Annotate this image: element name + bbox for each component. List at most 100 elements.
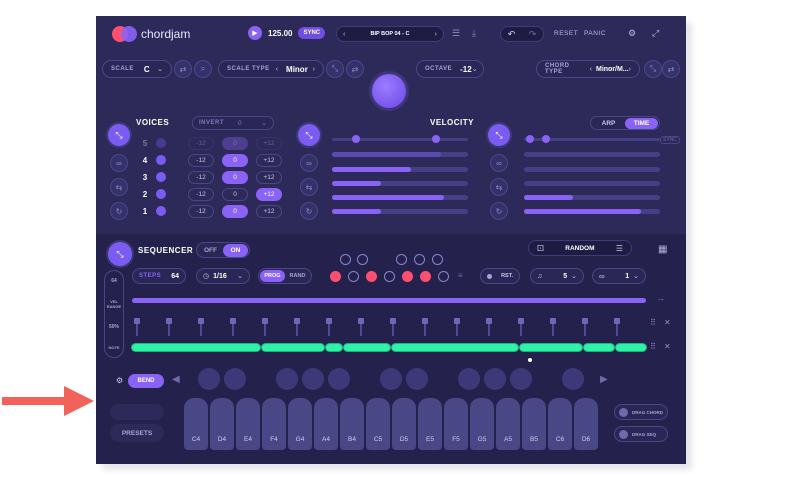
range-max-handle[interactable]	[432, 135, 440, 143]
close-icon[interactable]: ✕	[664, 318, 671, 327]
time-tab[interactable]: TIME	[625, 117, 658, 129]
preset-selector[interactable]: ‹ BIP BOP 04 - C ›	[336, 26, 444, 42]
key-e5[interactable]: E5	[418, 398, 442, 450]
octave-selector[interactable]: OCTAVE -12 ⌄	[416, 60, 484, 78]
black-key[interactable]	[198, 368, 220, 390]
arp-time-toggle[interactable]: ARP TIME	[590, 116, 660, 130]
prog-rand-toggle[interactable]: PROG RAND	[258, 268, 312, 284]
arp-bar-5[interactable]	[524, 209, 660, 214]
link-icon[interactable]: ⤡	[644, 60, 662, 78]
prog-tab[interactable]: PROG	[260, 270, 285, 282]
arp-range-slider[interactable]	[524, 135, 660, 143]
step-dot[interactable]	[396, 254, 407, 265]
next-chord-icon[interactable]: ›	[629, 66, 631, 73]
shuffle-icon[interactable]: ⇄	[174, 60, 192, 78]
arp-link-icon[interactable]: ∞	[490, 154, 508, 172]
shuffle-icon[interactable]: ⇄	[346, 60, 364, 78]
sequencer-random-button[interactable]: ⤡	[108, 242, 132, 266]
velocity-bar-3[interactable]	[332, 181, 468, 186]
chord-segment[interactable]	[326, 344, 342, 351]
presets-button[interactable]: PRESETS	[110, 424, 164, 442]
step-dot[interactable]	[432, 254, 443, 265]
step-dot[interactable]	[357, 254, 368, 265]
key-e4[interactable]: E4	[236, 398, 260, 450]
drag-handle-icon[interactable]: ⠿	[650, 342, 656, 351]
key-g4[interactable]: G4	[288, 398, 312, 450]
black-key[interactable]	[562, 368, 584, 390]
bpm-value[interactable]: 125.00	[268, 29, 292, 38]
arp-bar-3[interactable]	[524, 181, 660, 186]
key-a4[interactable]: A4	[314, 398, 338, 450]
scale-selector[interactable]: SCALE C ⌄	[102, 60, 172, 78]
presets-empty-slot[interactable]	[110, 404, 164, 420]
chord-segment[interactable]	[616, 344, 646, 351]
voice-row-3[interactable]: 3 -12 0 +12	[138, 170, 308, 184]
off-toggle[interactable]: OFF	[198, 247, 223, 254]
key-d4[interactable]: D4	[210, 398, 234, 450]
note-count-control[interactable]: ♫ 5 ⌄	[530, 268, 584, 284]
next-preset-icon[interactable]: ›	[435, 31, 437, 38]
loop-count-control[interactable]: ∞ 1 ⌄	[592, 268, 646, 284]
key-f5[interactable]: F5	[444, 398, 468, 450]
black-key[interactable]	[458, 368, 480, 390]
voice-toggle[interactable]	[156, 189, 166, 199]
black-key[interactable]	[328, 368, 350, 390]
velocity-bar-2[interactable]	[332, 167, 468, 172]
random-selector[interactable]: ⚀ RANDOM ☰	[528, 240, 632, 256]
velocity-bar-5[interactable]	[332, 209, 468, 214]
velocity-bar-4[interactable]	[332, 195, 468, 200]
range-min-handle[interactable]	[526, 135, 534, 143]
close-icon[interactable]: ✕	[664, 342, 671, 351]
redo-icon[interactable]: ↷	[529, 29, 537, 40]
rate-selector[interactable]: ◷ 1/16 ⌄	[196, 268, 250, 284]
shuffle-icon[interactable]: ⇄	[662, 60, 680, 78]
reset-step-button[interactable]: RST.	[480, 268, 520, 284]
bpm-control[interactable]: ▶ 125.00 SYNC	[248, 26, 326, 40]
arp-bar-4[interactable]	[524, 195, 660, 200]
next-scale-icon[interactable]: ›	[313, 66, 315, 73]
menu-icon[interactable]: ≡	[458, 271, 463, 280]
key-f4[interactable]: F4	[262, 398, 286, 450]
key-d5[interactable]: D5	[392, 398, 416, 450]
black-key[interactable]	[224, 368, 246, 390]
side-range-control[interactable]: 64 VEL RANGE 50% NOTE	[104, 270, 124, 358]
voice-toggle[interactable]	[156, 155, 166, 165]
black-key[interactable]	[406, 368, 428, 390]
undo-redo[interactable]: ↶ ↷	[500, 26, 544, 42]
rand-tab[interactable]: RAND	[285, 273, 310, 279]
arp-sync-label[interactable]: SYNC	[660, 136, 680, 144]
step-dot[interactable]	[340, 254, 351, 265]
chord-segment[interactable]	[344, 344, 390, 351]
key-c5[interactable]: C5	[366, 398, 390, 450]
velocity-random-button[interactable]: ⤡	[298, 124, 320, 146]
velocity-reset-icon[interactable]: ↻	[300, 202, 318, 220]
search-icon[interactable]: ⌕	[194, 60, 212, 78]
arp-reset-icon[interactable]: ↻	[490, 202, 508, 220]
black-key[interactable]	[380, 368, 402, 390]
velocity-range-slider[interactable]	[332, 135, 468, 143]
velocity-link-icon[interactable]: ∞	[300, 154, 318, 172]
prev-scale-icon[interactable]: ‹	[276, 66, 278, 73]
sequence-progress-bar[interactable]	[132, 298, 646, 303]
black-key[interactable]	[276, 368, 298, 390]
arp-bar-1[interactable]	[524, 152, 660, 157]
panic-button[interactable]: PANIC	[584, 30, 606, 37]
voice-row-2[interactable]: 2 -12 0 +12	[138, 187, 308, 201]
step-dot-active[interactable]	[330, 271, 341, 282]
chord-segment[interactable]	[262, 344, 324, 351]
step-dot-active[interactable]	[420, 271, 431, 282]
step-dot[interactable]	[384, 271, 395, 282]
grid-icon[interactable]: ▦	[658, 244, 667, 255]
range-max-handle[interactable]	[542, 135, 550, 143]
reset-button[interactable]: RESET	[554, 30, 578, 37]
arp-random-button[interactable]: ⤡	[488, 124, 510, 146]
black-key[interactable]	[302, 368, 324, 390]
drag-chord-button[interactable]: DRAG CHORD	[614, 404, 668, 420]
settings-icon[interactable]: ⚙	[116, 376, 123, 385]
key-b5[interactable]: B5	[522, 398, 546, 450]
bend-toggle[interactable]: BEND	[128, 374, 164, 388]
gear-icon[interactable]: ⚙	[628, 28, 636, 39]
step-dot[interactable]	[348, 271, 359, 282]
drag-handle-icon[interactable]: ⠿	[650, 318, 656, 327]
drag-seq-button[interactable]: DRAG SEQ	[614, 426, 668, 442]
